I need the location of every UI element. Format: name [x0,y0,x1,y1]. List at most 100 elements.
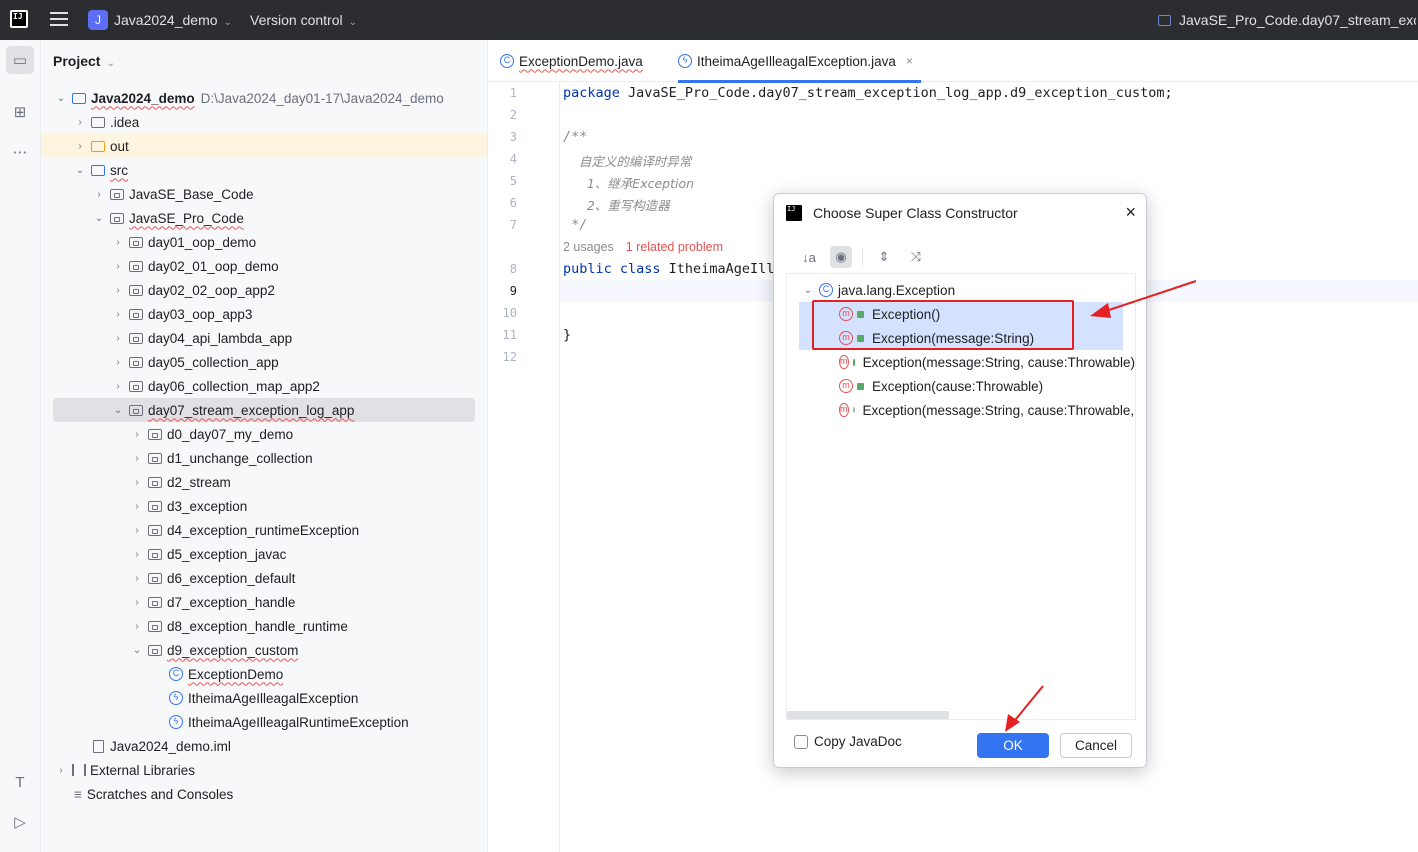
ide-logo-icon[interactable]: IJ [10,10,28,28]
version-control-menu[interactable]: Version control ⌄ [250,12,357,28]
chevron-down-icon[interactable]: ⌄ [54,93,68,104]
chevron-right-icon[interactable]: › [111,237,125,248]
choose-super-constructor-dialog: IJ Choose Super Class Constructor × ↓a ◉… [773,193,1147,768]
constructor-item[interactable]: m Exception(message:String, cause:Throwab… [787,398,1135,422]
tree-item[interactable]: › External Libraries [41,758,488,782]
chevron-right-icon[interactable]: › [130,597,144,608]
expand-all-icon[interactable]: ⇕ [873,246,895,268]
tree-item[interactable]: › d0_day07_my_demo [41,422,488,446]
tree-item[interactable]: › d1_unchange_collection [41,446,488,470]
tree-item[interactable]: ≡ Scratches and Consoles [41,782,488,806]
line-number-gutter: 1 2 3 4 5 6 7 8 9 10 11 12 [488,82,560,852]
main-menu-icon[interactable] [50,12,68,28]
tree-item[interactable]: › out [41,134,487,158]
close-icon[interactable]: × [1125,202,1136,223]
method-icon: m [839,379,853,393]
sort-alphabetically-icon[interactable]: ↓a [798,246,820,268]
title-bar: IJ J Java2024_demo ⌄ Version control ⌄ Jav… [0,0,1418,40]
tree-item[interactable]: ⌄ JavaSE_Pro_Code [41,206,488,230]
tree-item[interactable]: › day06_collection_map_app2 [41,374,488,398]
usages-hint[interactable]: 2 usages [563,240,614,254]
tree-item[interactable]: ϟ ItheimaAgeIlleagalRuntimeException [41,710,488,734]
tree-item[interactable]: › d6_exception_default [41,566,488,590]
copy-javadoc-checkbox[interactable] [794,734,808,749]
tree-root[interactable]: ⌄ Java2024_demo D:\Java2024_day01-17\Java2… [41,86,488,110]
ok-button[interactable]: OK [977,733,1049,758]
project-folder-icon[interactable]: ▭ [6,46,34,74]
tree-label: ItheimaAgeIlleagalRuntimeException [188,714,409,730]
tree-item[interactable]: › d3_exception [41,494,488,518]
constructor-item[interactable]: m Exception(message:String, cause:Throwab… [787,350,1135,374]
copy-javadoc-option[interactable]: Copy JavaDoc [794,734,902,749]
horizontal-scrollbar[interactable] [787,711,949,719]
chevron-right-icon[interactable]: › [130,621,144,632]
tree-item[interactable]: C ExceptionDemo [41,662,488,686]
tree-item[interactable]: ϟ ItheimaAgeIlleagalException [41,686,488,710]
constructor-item[interactable]: m Exception(cause:Throwable) [787,374,1135,398]
chevron-right-icon[interactable]: › [111,261,125,272]
project-badge[interactable]: J [88,10,108,30]
more-tools-icon[interactable]: ⋯ [6,138,34,166]
chevron-right-icon[interactable]: › [130,477,144,488]
tree-item-selected[interactable]: ⌄ day07_stream_exception_log_app [53,398,475,422]
chevron-down-icon[interactable]: ⌄ [111,405,125,416]
close-tab-icon[interactable]: × [906,54,913,68]
chevron-right-icon[interactable]: › [92,189,106,200]
chevron-right-icon[interactable]: › [73,141,87,152]
tree-item[interactable]: › day03_oop_app3 [41,302,488,326]
chevron-right-icon[interactable]: › [111,357,125,368]
chevron-right-icon[interactable]: › [73,117,87,128]
tree-item[interactable]: › d4_exception_runtimeException [41,518,488,542]
file-icon [93,739,104,753]
chevron-down-icon[interactable]: ⌄ [92,213,106,224]
chevron-down-icon[interactable]: ⌄ [73,165,87,176]
chevron-right-icon[interactable]: › [54,765,68,776]
project-selector[interactable]: Java2024_demo ⌄ [114,12,232,28]
collapse-all-icon[interactable]: ⤨ [905,246,927,268]
cancel-button[interactable]: Cancel [1060,733,1132,758]
tree-item[interactable]: › d8_exception_handle_runtime [41,614,488,638]
chevron-right-icon[interactable]: › [111,309,125,320]
chevron-right-icon[interactable]: › [130,525,144,536]
tree-item[interactable]: › d2_stream [41,470,488,494]
structure-icon[interactable]: ⊞ [6,98,34,126]
project-panel-title[interactable]: Project ⌄ [53,53,115,69]
tree-item[interactable]: Java2024_demo.iml [41,734,488,758]
chevron-right-icon[interactable]: › [130,549,144,560]
tree-item[interactable]: ⌄ src [41,158,488,182]
tree-item[interactable]: › day02_02_oop_app2 [41,278,488,302]
tree-item[interactable]: › day01_oop_demo [41,230,488,254]
tree-item[interactable]: › day04_api_lambda_app [41,326,488,350]
tree-item[interactable]: › .idea [41,110,488,134]
chevron-down-icon[interactable]: ⌄ [801,285,815,296]
tree-item[interactable]: › day02_01_oop_demo [41,254,488,278]
run-configuration-selector[interactable]: JavaSE_Pro_Code.day07_stream_exc... [1158,12,1416,28]
class-node[interactable]: ⌄ Cjava.lang.Exception [787,278,1135,302]
chevron-right-icon[interactable]: › [111,381,125,392]
tree-item[interactable]: › JavaSE_Base_Code [41,182,488,206]
tree-label: d0_day07_my_demo [167,426,294,442]
run-icon[interactable]: ▷ [6,808,34,836]
tree-label: Java2024_demo.iml [110,738,231,754]
tab-itheimaageilleagalexception[interactable]: ϟ ItheimaAgeIlleagalException.java × [678,40,921,83]
tree-item[interactable]: ⌄ d9_exception_custom [41,638,488,662]
tree-item[interactable]: › d7_exception_handle [41,590,488,614]
show-inherited-icon[interactable]: ◉ [830,246,852,268]
chevron-right-icon[interactable]: › [130,573,144,584]
tree-item[interactable]: › d5_exception_javac [41,542,488,566]
chevron-right-icon[interactable]: › [130,501,144,512]
tree-item[interactable]: › day05_collection_app [41,350,488,374]
chevron-right-icon[interactable]: › [111,285,125,296]
public-access-icon [857,382,864,390]
tool-window-strip: ▭ ⊞ ⋯ T ▷ [0,40,41,852]
tree-label: JavaSE_Pro_Code [129,210,244,226]
tab-exceptiondemo[interactable]: C ExceptionDemo.java [500,40,643,82]
build-hammer-icon[interactable]: T [6,768,34,796]
related-problem-hint[interactable]: 1 related problem [626,240,723,254]
tree-label: d2_stream [167,474,231,490]
chevron-down-icon[interactable]: ⌄ [130,645,144,656]
comment-line: /** [563,129,588,145]
chevron-right-icon[interactable]: › [130,429,144,440]
chevron-right-icon[interactable]: › [111,333,125,344]
chevron-right-icon[interactable]: › [130,453,144,464]
